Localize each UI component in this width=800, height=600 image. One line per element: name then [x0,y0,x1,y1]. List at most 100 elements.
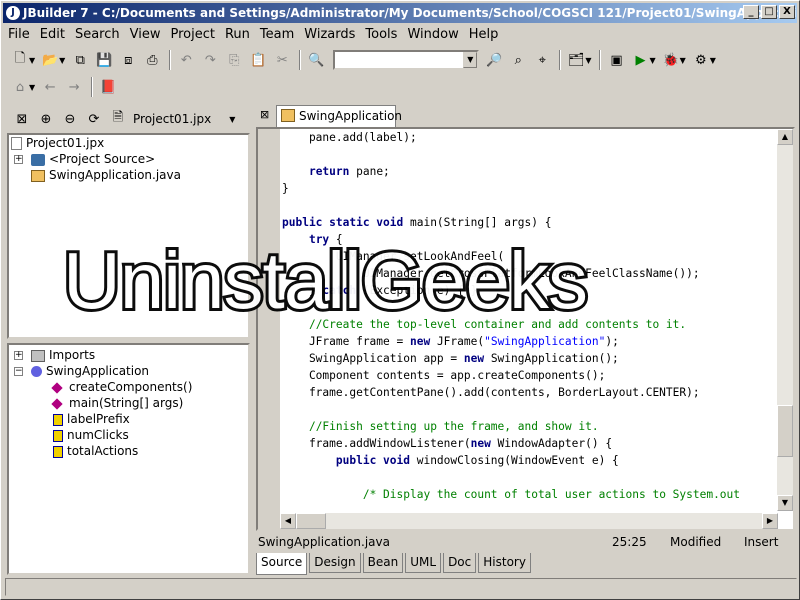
chevron-down-icon[interactable]: ▼ [680,56,686,65]
forward-icon[interactable]: → [63,76,85,98]
search-again-icon[interactable]: 🔎 [483,49,505,71]
save-icon[interactable]: 💾 [93,49,115,71]
code-line[interactable]: frame.getContentPane().add(contents, Bor… [282,384,774,401]
back-icon[interactable]: ← [39,76,61,98]
chevron-down-icon[interactable]: ▼ [229,115,235,124]
code-line[interactable]: pane.add(label); [282,129,774,146]
scroll-thumb[interactable] [777,405,793,457]
maximize-button[interactable]: □ [761,5,777,19]
code-line[interactable]: Component contents = app.createComponent… [282,367,774,384]
tab-source[interactable]: Source [256,553,308,575]
add-to-project-icon[interactable]: ⊕ [35,108,57,130]
menu-window[interactable]: Window [402,25,463,45]
chevron-down-icon[interactable]: ▼ [710,56,716,65]
tab-uml[interactable]: UML [405,553,442,573]
tree-item-field[interactable]: labelPrefix [9,411,248,427]
editor-status: SwingApplication.java 25:25 Modified Ins… [256,533,795,551]
tree-item-method[interactable]: createComponents() [9,379,248,395]
collapse-icon[interactable]: − [14,367,23,376]
find-icon[interactable]: 🔍 [305,49,327,71]
menu-edit[interactable]: Edit [35,25,70,45]
tree-item-field[interactable]: totalActions [9,443,248,459]
search-combo[interactable]: ▼ [333,50,480,70]
close-button[interactable]: X [779,5,795,19]
tree-item-java-file[interactable]: SwingApplication.java [9,167,248,183]
code-line[interactable]: //Finish setting up the frame, and show … [282,418,774,435]
close-tab-icon[interactable]: ⊠ [260,108,269,121]
menu-wizards[interactable]: Wizards [299,25,360,45]
code-line[interactable]: /* Display the count of total user actio… [282,486,774,503]
cut-icon[interactable]: ✂ [271,49,293,71]
debug-icon[interactable]: 🐞 [660,49,682,71]
expand-icon[interactable]: + [14,351,23,360]
redo-icon[interactable]: ↷ [199,49,221,71]
browse-symbol-icon[interactable]: ⌖ [531,49,553,71]
tree-item-field[interactable]: numClicks [9,427,248,443]
minimize-button[interactable]: _ [743,5,759,19]
code-line[interactable] [282,401,774,418]
refresh-icon[interactable]: ⟳ [83,108,105,130]
menu-team[interactable]: Team [255,25,299,45]
help-book-icon[interactable]: 📕 [97,76,119,98]
close-project-icon[interactable]: ⊠ [11,108,33,130]
chevron-down-icon[interactable]: ▼ [649,56,655,65]
menu-help[interactable]: Help [464,25,504,45]
chevron-down-icon[interactable]: ▼ [29,83,35,92]
remove-from-project-icon[interactable]: ⊖ [59,108,81,130]
tree-item-imports[interactable]: + Imports [9,347,248,363]
replace-icon[interactable]: ⌕ [507,49,529,71]
code-line[interactable]: public static void main(String[] args) { [282,214,774,231]
tree-item-project[interactable]: Project01.jpx [9,135,248,151]
reopen-icon[interactable]: ⧉ [69,49,91,71]
code-line[interactable]: frame.addWindowListener(new WindowAdapte… [282,435,774,452]
expand-icon[interactable]: + [14,155,23,164]
tab-design[interactable]: Design [309,553,361,573]
scroll-up-icon[interactable]: ▲ [777,129,793,145]
scroll-right-icon[interactable]: ▶ [762,513,778,529]
paste-icon[interactable]: 📋 [247,49,269,71]
horizontal-scrollbar[interactable]: ◀ ▶ [280,513,778,529]
undo-icon[interactable]: ↶ [175,49,197,71]
tree-item-class[interactable]: − SwingApplication [9,363,248,379]
code-line[interactable] [282,197,774,214]
tab-history[interactable]: History [478,553,531,573]
chevron-down-icon[interactable]: ▼ [29,56,35,65]
hscroll-thumb[interactable] [296,513,326,529]
tree-item-method[interactable]: main(String[] args) [9,395,248,411]
chevron-down-icon[interactable]: ▼ [585,56,591,65]
project-selector[interactable]: Project01.jpx [133,112,211,126]
tree-item-source[interactable]: + <Project Source> [9,151,248,167]
code-line[interactable]: return pane; [282,163,774,180]
make-icon[interactable]: ▣ [605,49,627,71]
chevron-down-icon[interactable]: ▼ [59,56,65,65]
save-all-icon[interactable]: ⧈ [117,49,139,71]
tab-bean[interactable]: Bean [362,553,404,573]
scroll-down-icon[interactable]: ▼ [777,495,793,511]
project-manager-icon[interactable]: 🗂 [565,49,587,71]
copy-icon[interactable]: ⎘ [223,49,245,71]
print-icon[interactable]: ⎙ [141,49,163,71]
code-line[interactable]: JFrame frame = new JFrame("SwingApplicat… [282,333,774,350]
vertical-scrollbar[interactable]: ▲ ▼ [777,129,793,511]
code-line[interactable]: } [282,180,774,197]
menu-file[interactable]: File [3,25,35,45]
menu-project[interactable]: Project [165,25,219,45]
open-folder-icon[interactable]: 📂 [39,49,61,71]
code-line[interactable]: SwingApplication app = new SwingApplicat… [282,350,774,367]
menu-tools[interactable]: Tools [360,25,402,45]
menu-search[interactable]: Search [70,25,125,45]
code-line[interactable] [282,146,774,163]
scroll-left-icon[interactable]: ◀ [280,513,296,529]
code-line[interactable] [282,469,774,486]
editor-tab[interactable]: SwingApplication [276,105,402,127]
run-icon[interactable]: ▶ [629,49,651,71]
code-line[interactable]: public void windowClosing(WindowEvent e)… [282,452,774,469]
menu-view[interactable]: View [125,25,166,45]
optimize-icon[interactable]: ⚙ [690,49,712,71]
chevron-down-icon[interactable]: ▼ [463,52,478,68]
menu-run[interactable]: Run [220,25,255,45]
code-editor[interactable]: pane.add(label); return pane;} public sta… [256,127,795,531]
home-icon[interactable]: ⌂ [9,76,31,98]
tab-doc[interactable]: Doc [443,553,477,573]
new-file-icon[interactable]: 🗋 [9,49,31,71]
